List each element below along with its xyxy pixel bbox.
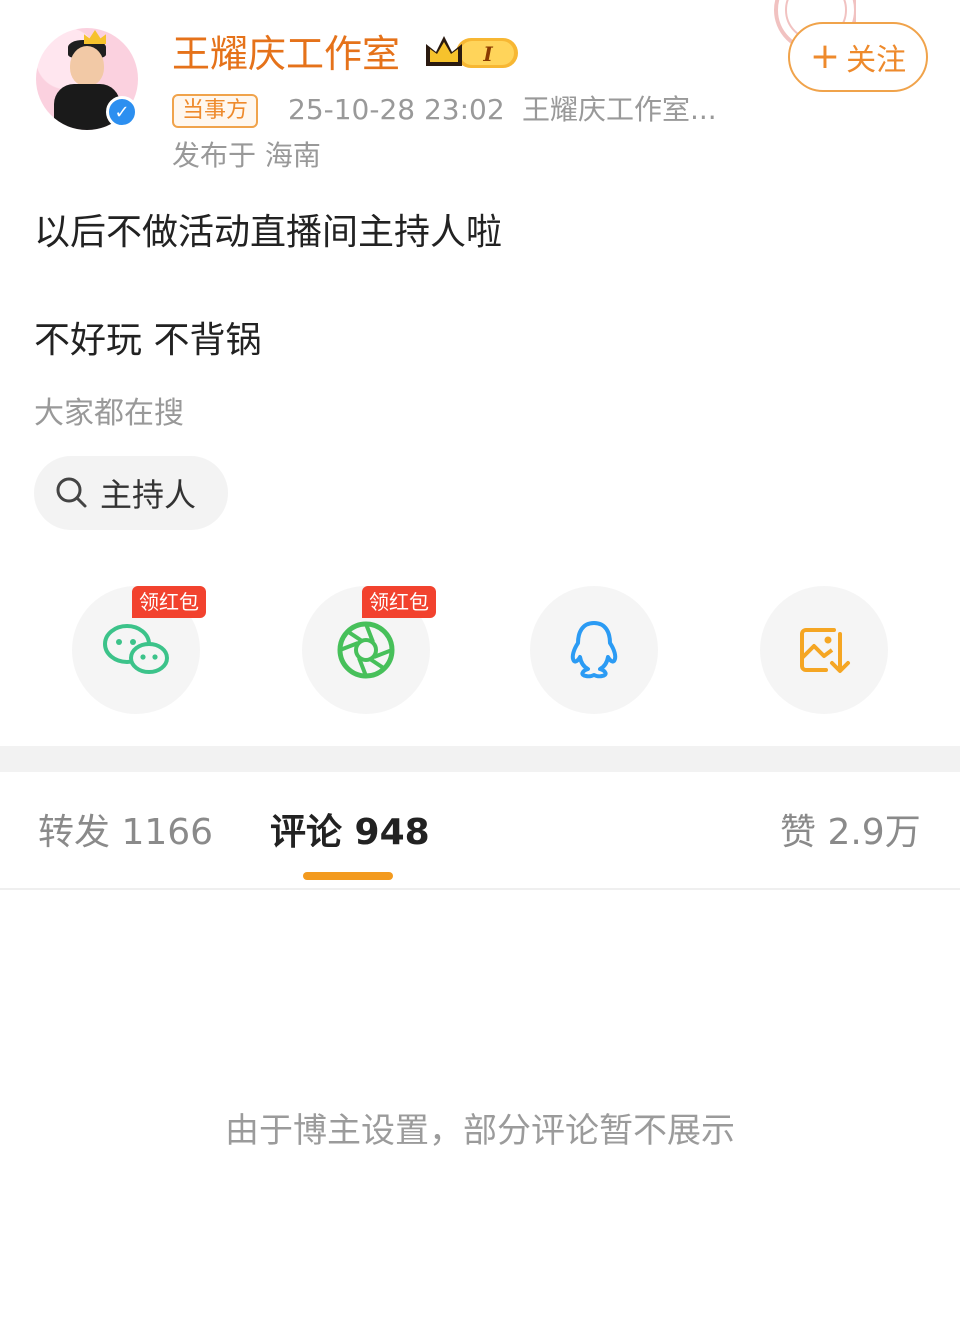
post-content-line2: 不好玩 不背锅 [34, 320, 262, 361]
tab-repost[interactable]: 转发 1166 [38, 806, 213, 860]
save-image-icon [800, 628, 850, 673]
tab-active-indicator [303, 872, 393, 880]
crown-icon [84, 30, 106, 44]
comments-hidden-notice: 由于博主设置，部分评论暂不展示 [225, 1111, 735, 1151]
moments-icon [337, 621, 395, 679]
author-name[interactable]: 王耀庆工作室 [172, 28, 400, 80]
search-chip[interactable]: 主持人 [34, 456, 228, 530]
tab-divider [0, 888, 960, 890]
search-chip-text: 主持人 [100, 476, 197, 514]
search-icon [56, 477, 87, 508]
post-time: 25-10-28 23:02 [288, 93, 505, 126]
tab-likes[interactable]: 赞 2.9万 [780, 806, 921, 860]
save-image-button[interactable] [760, 586, 888, 714]
hongbao-badge: 领红包 [362, 586, 436, 618]
member-crown-badge-icon[interactable]: I [422, 32, 522, 74]
post-content-line1: 以后不做活动直播间主持人啦 [34, 212, 503, 253]
plus-icon: + [809, 36, 841, 77]
follow-button[interactable]: + 关注 [788, 22, 928, 92]
share-qq-button[interactable] [530, 586, 658, 714]
hongbao-badge: 领红包 [132, 586, 206, 618]
verified-icon: ✓ [106, 96, 138, 128]
qq-icon [570, 621, 618, 679]
post-location: 发布于 海南 [172, 139, 321, 172]
wechat-icon [103, 624, 169, 674]
section-divider [0, 746, 960, 772]
member-level: I [482, 42, 493, 66]
post-source[interactable]: 王耀庆工作室... [522, 90, 752, 130]
role-tag: 当事方 [172, 94, 259, 128]
trending-search-label: 大家都在搜 [34, 396, 184, 431]
tab-comments[interactable]: 评论 948 [270, 806, 430, 860]
